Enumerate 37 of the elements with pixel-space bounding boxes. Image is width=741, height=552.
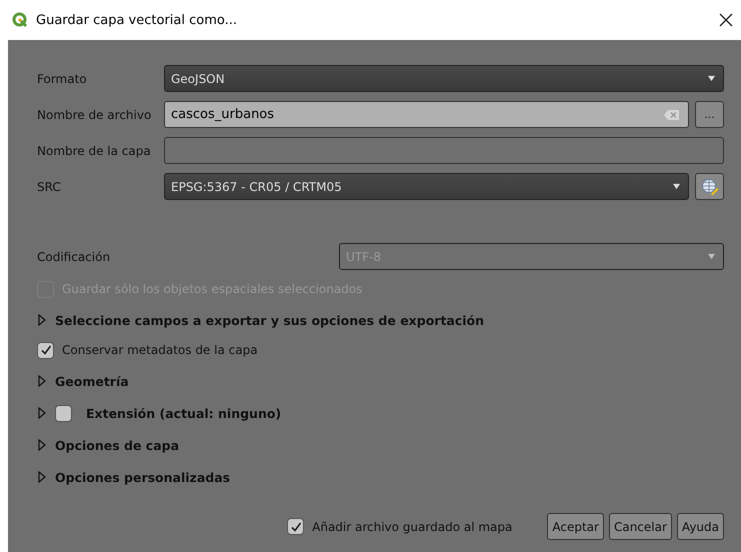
section-header[interactable]: Seleccione campos a exportar y sus opciones de exportación [55,312,484,328]
checkbox[interactable] [37,342,54,358]
expand-triangle-icon[interactable] [37,439,47,451]
field-label: Formato [37,72,88,86]
checkbox-label: Añadir archivo guardado al mapa [312,520,512,534]
field-label: Codificación [37,250,112,264]
qgis-logo-icon [12,12,28,28]
section-header[interactable]: Opciones personalizadas [55,470,230,484]
checkbox[interactable] [55,404,72,422]
browse-button[interactable]: ... [695,101,724,128]
expand-triangle-icon[interactable] [37,471,47,483]
section-header[interactable]: Geometría [55,374,129,388]
crs-dropdown[interactable]: EPSG:5367 - CR05 / CRTM05 [164,173,689,200]
field-label: Nombre de la capa [37,144,152,158]
expand-triangle-icon[interactable] [37,407,47,419]
checkbox-label: Conservar metadatos de la capa [62,343,258,357]
dropdown-arrow-icon[interactable] [708,75,715,82]
window-title: Guardar capa vectorial como... [36,12,238,28]
filename-field[interactable]: cascos_urbanos [164,101,689,128]
field-label: SRC [37,180,62,194]
globe-icon [700,178,718,196]
checkbox[interactable] [287,518,304,535]
expand-triangle-icon[interactable] [37,375,47,387]
section-header[interactable]: Opciones de capa [55,438,180,452]
dialog-button[interactable]: Ayuda [676,513,724,540]
checkmark-icon [40,344,52,356]
dropdown-arrow-icon[interactable] [673,183,680,190]
close-icon[interactable] [719,13,733,27]
section-header[interactable]: Extensión (actual: ninguno) [86,406,282,420]
dialog-button[interactable]: Cancelar [608,513,672,540]
expand-triangle-icon[interactable] [37,314,47,326]
checkmark-icon [290,520,302,532]
crs-select-button[interactable] [695,173,724,200]
field-label: Nombre de archivo [37,108,152,122]
dialog-button[interactable]: Aceptar [547,513,604,540]
layer-name-field[interactable] [164,137,724,164]
format-dropdown[interactable]: GeoJSON [164,65,724,92]
